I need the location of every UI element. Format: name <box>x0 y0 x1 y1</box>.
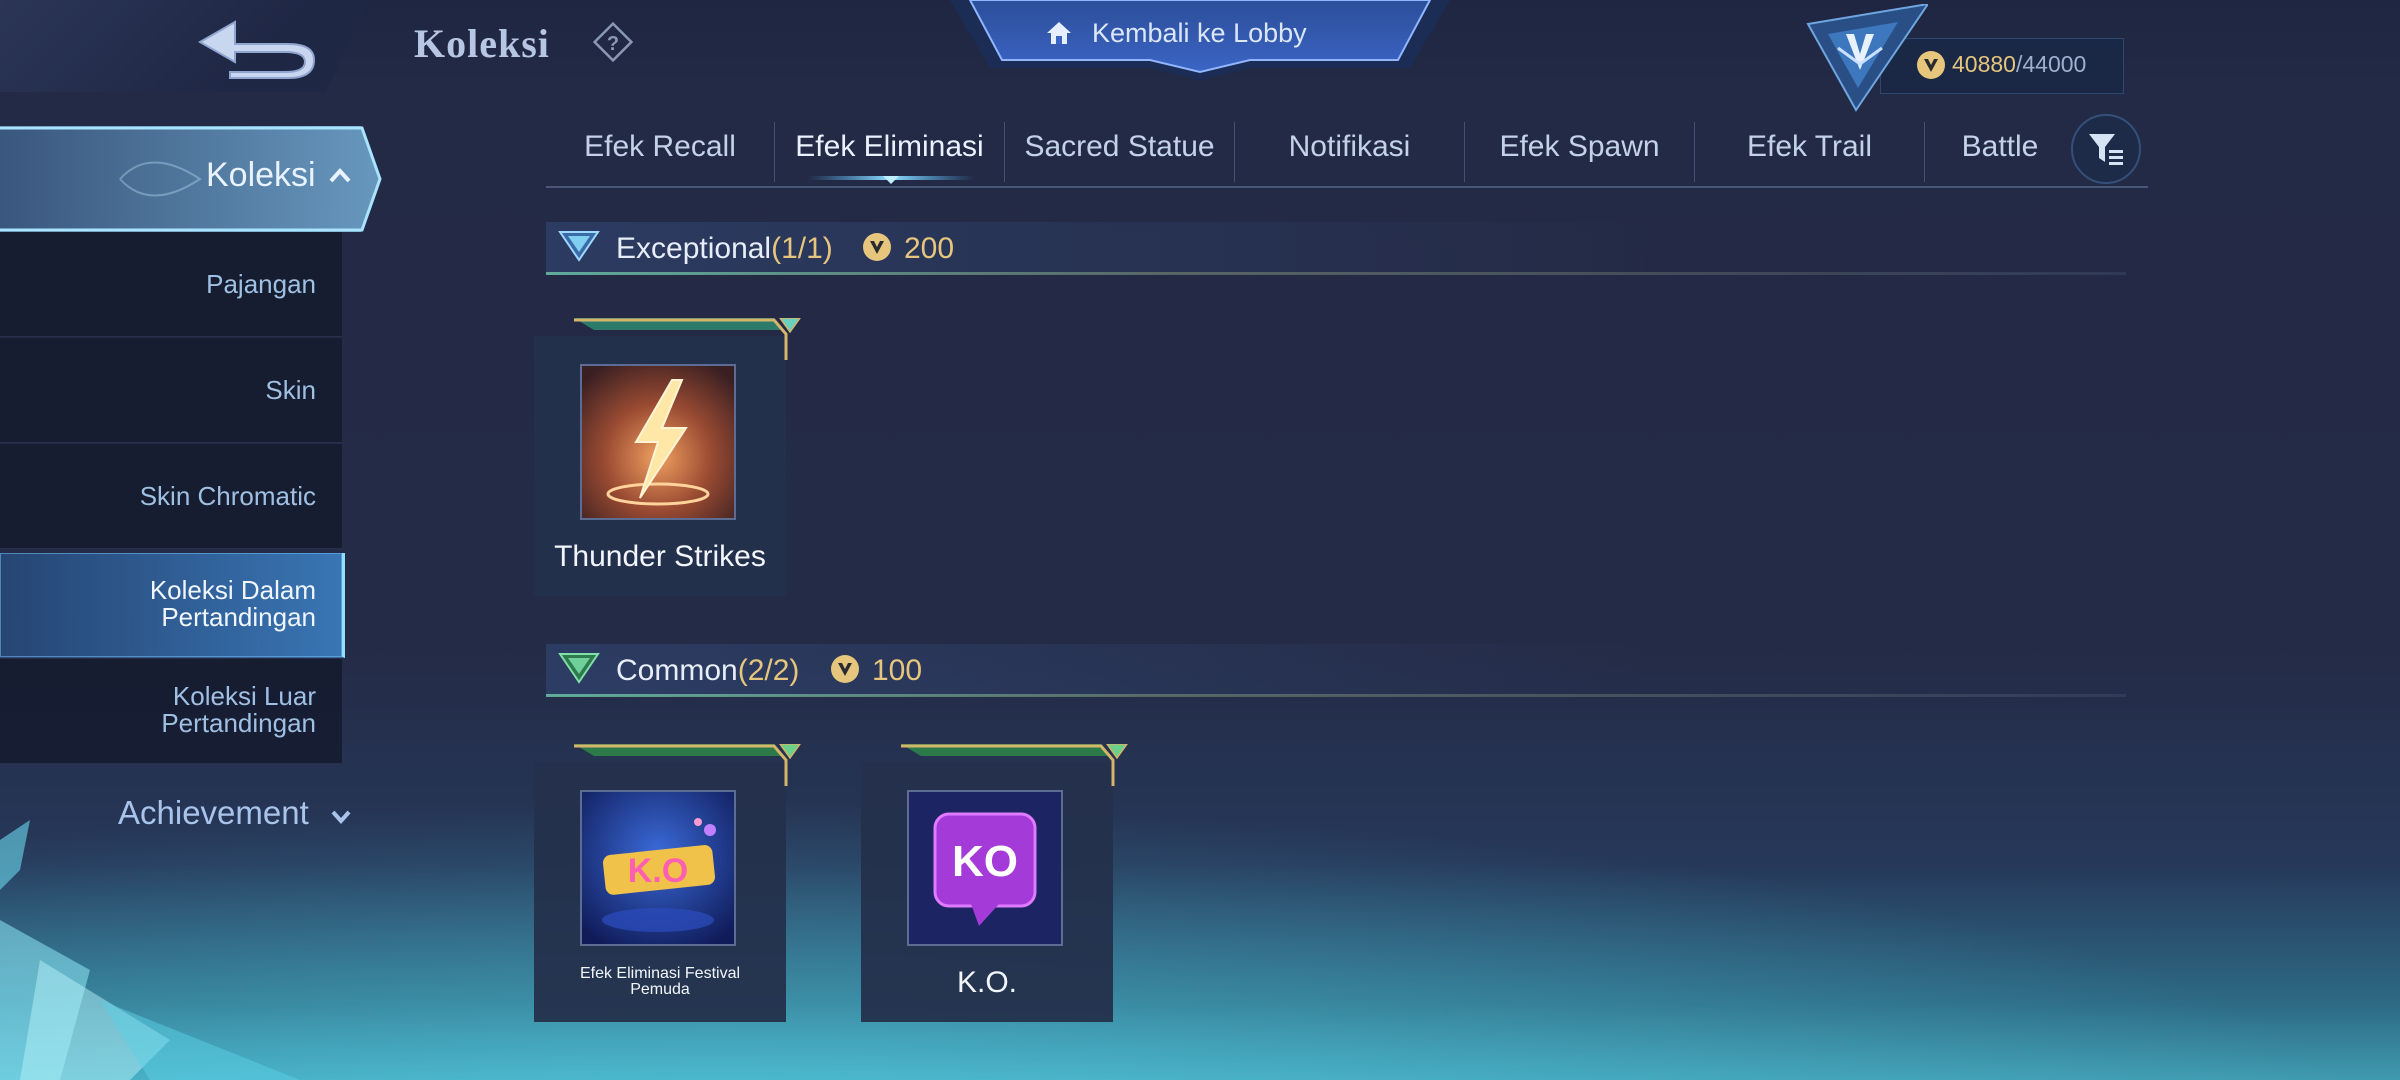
sidebar-item-label: Skin Chromatic <box>139 481 316 511</box>
tab-efek-spawn[interactable]: Efek Spawn <box>1465 118 1694 184</box>
section-price: 100 <box>872 654 923 687</box>
sidebar-item-koleksi-dalam-pertandingan[interactable]: Koleksi Dalam Pertandingan <box>0 553 345 658</box>
coin-icon <box>863 233 891 261</box>
tab-efek-recall[interactable]: Efek Recall <box>546 118 774 184</box>
card-frame-top <box>574 744 801 786</box>
tab-efek-trail[interactable]: Efek Trail <box>1695 118 1924 184</box>
rarity-icon <box>558 231 600 262</box>
tab-notifikasi[interactable]: Notifikasi <box>1235 118 1464 184</box>
background-glow <box>0 800 2400 1080</box>
filter-icon <box>2089 134 2123 165</box>
coin-icon <box>831 655 859 683</box>
ko-image: KO <box>907 790 1063 946</box>
section-title-text: Common <box>616 654 738 687</box>
sidebar-main-label: Koleksi <box>206 156 316 194</box>
home-icon <box>1047 22 1071 44</box>
sidebar-item-label: Skin <box>265 375 316 405</box>
section-title-text: Exceptional <box>616 232 772 265</box>
sidebar-item-pajangan[interactable]: Pajangan <box>0 232 342 337</box>
crystal-decoration <box>0 820 300 1080</box>
svg-text:K.O: K.O <box>628 852 688 890</box>
sidebar-achievement[interactable]: Achievement <box>118 794 309 832</box>
section-divider <box>546 272 2126 275</box>
section-count: (1/1) <box>771 232 833 265</box>
sidebar-item-koleksi-luar-pertandingan[interactable]: Koleksi Luar Pertandingan <box>0 659 342 764</box>
item-name: K.O. <box>956 966 1017 999</box>
tab-battle[interactable]: Battle <box>1925 118 2075 184</box>
tab-sacred-statue[interactable]: Sacred Statue <box>1005 118 1234 184</box>
thunder-strikes-image <box>580 364 736 520</box>
item-card-thunder-strikes[interactable]: Thunder Strikes <box>534 318 801 596</box>
sidebar-item-skin-chromatic[interactable]: Skin Chromatic <box>0 444 342 549</box>
section-title-common: Common(2/2) <box>616 654 799 688</box>
section-count: (2/2) <box>737 654 800 687</box>
sidebar-item-label: Pajangan <box>206 269 316 299</box>
rarity-icon <box>558 653 600 684</box>
rank-emblem-icon <box>1806 4 1928 112</box>
sidebar-item-label: Koleksi Dalam Pertandingan <box>149 575 316 632</box>
coin-icon <box>1917 51 1945 79</box>
filter-button[interactable] <box>2071 114 2141 184</box>
sidebar-main-frame <box>0 126 382 232</box>
lobby-label: Kembali ke Lobby <box>1092 18 1307 48</box>
section-title-exceptional: Exceptional(1/1) <box>616 232 833 266</box>
currency-current: 40880 <box>1952 51 2016 77</box>
currency-max: 44000 <box>2022 51 2087 77</box>
category-tabs: Efek Recall Efek Eliminasi Sacred Statue… <box>546 118 2148 188</box>
svg-text:KO: KO <box>952 837 1018 886</box>
section-price: 200 <box>904 232 955 265</box>
card-frame-top <box>901 744 1128 786</box>
festival-pemuda-image: K.O <box>580 790 736 946</box>
currency-value: 40880/44000 <box>1952 51 2086 78</box>
tab-active-indicator <box>808 176 974 184</box>
svg-text:?: ? <box>607 33 619 55</box>
chevron-down-icon <box>331 810 351 825</box>
page-title: Koleksi <box>414 21 550 66</box>
card-frame-top <box>574 318 801 360</box>
section-divider <box>546 694 2126 697</box>
sidebar-item-skin[interactable]: Skin <box>0 338 342 443</box>
chevron-up-icon <box>329 168 351 183</box>
sidebar-item-label: Koleksi Luar Pertandingan <box>161 681 316 738</box>
help-icon[interactable]: ? <box>592 21 634 63</box>
item-card-efek-eliminasi-festival-pemuda[interactable]: K.O Efek Eliminasi Festival Pemuda <box>534 744 801 1022</box>
item-name: Thunder Strikes <box>554 540 766 573</box>
item-card-ko[interactable]: KO K.O. <box>861 744 1128 1022</box>
item-name: Efek Eliminasi Festival Pemuda <box>579 965 741 998</box>
back-arrow-icon[interactable] <box>190 12 320 82</box>
